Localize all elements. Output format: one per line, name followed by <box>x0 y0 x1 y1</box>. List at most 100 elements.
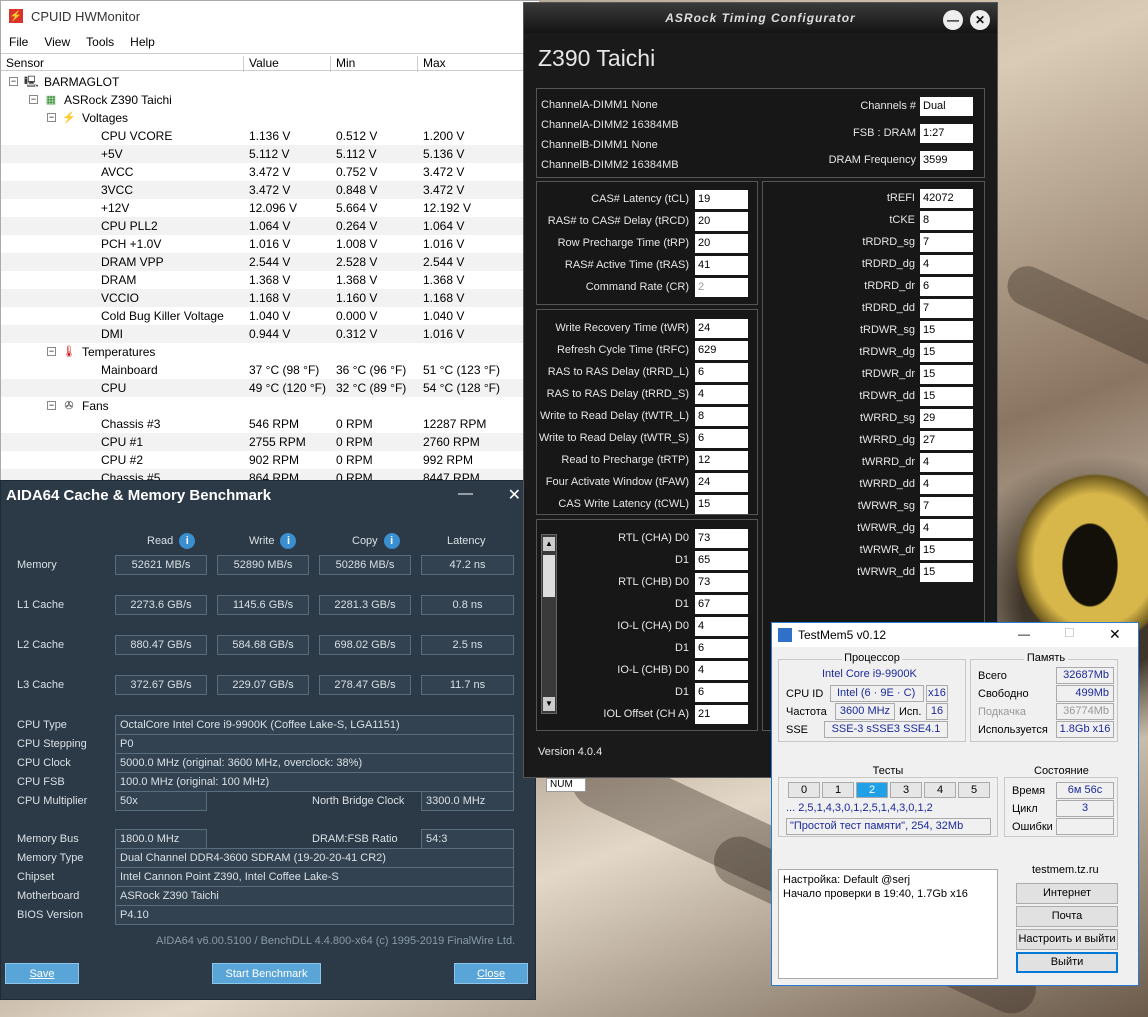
col-min[interactable]: Min <box>330 56 417 72</box>
nb-clock-label: North Bridge Clock <box>312 795 405 807</box>
test-tab[interactable]: 0 <box>788 782 820 798</box>
col-value[interactable]: Value <box>243 56 330 72</box>
timing-value[interactable]: 24 <box>695 473 748 492</box>
tree-node[interactable]: − ⚡ Voltages <box>1 109 531 127</box>
col-sensor[interactable]: Sensor <box>1 56 243 72</box>
timing-value[interactable]: 15 <box>920 365 973 384</box>
mail-button[interactable]: Почта <box>1016 906 1118 927</box>
timing-value[interactable]: 12 <box>695 451 748 470</box>
timing-value[interactable]: 7 <box>920 299 973 318</box>
sensor-row[interactable]: AVCC 3.472 V 0.752 V 3.472 V <box>1 163 531 181</box>
minimize-icon[interactable]: — <box>1018 627 1030 641</box>
timing-value[interactable]: 8 <box>920 211 973 230</box>
sensor-row[interactable]: CPU VCORE 1.136 V 0.512 V 1.200 V <box>1 127 531 145</box>
timing-value[interactable]: 4 <box>695 385 748 404</box>
internet-button[interactable]: Интернет <box>1016 883 1118 904</box>
sensor-row[interactable]: CPU #1 2755 RPM 0 RPM 2760 RPM <box>1 433 531 451</box>
menu-help[interactable]: Help <box>122 35 163 49</box>
timing-value[interactable]: 15 <box>920 343 973 362</box>
timing-value[interactable]: 29 <box>920 409 973 428</box>
timing-value[interactable]: 24 <box>695 319 748 338</box>
timing-value[interactable]: 15 <box>695 495 748 514</box>
sensor-row[interactable]: CPU PLL2 1.064 V 0.264 V 1.064 V <box>1 217 531 235</box>
timing-value[interactable]: 4 <box>695 617 748 636</box>
start-benchmark-button[interactable]: Start Benchmark <box>212 963 321 984</box>
timing-value[interactable]: 73 <box>695 529 748 548</box>
info-icon[interactable]: i <box>179 533 196 549</box>
sensor-row[interactable]: +5V 5.112 V 5.112 V 5.136 V <box>1 145 531 163</box>
sensor-row[interactable]: PCH +1.0V 1.016 V 1.008 V 1.016 V <box>1 235 531 253</box>
expand-icon[interactable]: − <box>29 95 38 104</box>
timing-value[interactable]: 15 <box>920 541 973 560</box>
timing-value[interactable]: 42072 <box>920 189 973 208</box>
timing-value[interactable]: 15 <box>920 321 973 340</box>
timing-value[interactable]: 6 <box>695 363 748 382</box>
timing-value[interactable]: 20 <box>695 234 748 253</box>
sensor-row[interactable]: VCCIO 1.168 V 1.160 V 1.168 V <box>1 289 531 307</box>
timing-value[interactable]: 6 <box>920 277 973 296</box>
sensor-row[interactable]: Chassis #3 546 RPM 0 RPM 12287 RPM <box>1 415 531 433</box>
expand-icon[interactable]: − <box>47 401 56 410</box>
sensor-row[interactable]: +12V 12.096 V 5.664 V 12.192 V <box>1 199 531 217</box>
timing-value[interactable]: 73 <box>695 573 748 592</box>
sensor-row[interactable]: CPU 49 °C (120 °F) 32 °C (89 °F) 54 °C (128… <box>1 379 531 397</box>
expand-icon[interactable]: − <box>47 113 56 122</box>
sensor-row[interactable]: Mainboard 37 °C (98 °F) 36 °C (96 °F) 51 °C… <box>1 361 531 379</box>
menu-tools[interactable]: Tools <box>78 35 122 49</box>
sensor-row[interactable]: DRAM VPP 2.544 V 2.528 V 2.544 V <box>1 253 531 271</box>
timing-value[interactable]: 8 <box>695 407 748 426</box>
sensor-row[interactable]: DRAM 1.368 V 1.368 V 1.368 V <box>1 271 531 289</box>
minimize-icon[interactable]: — <box>458 479 473 509</box>
timing-value[interactable]: 2 <box>695 278 748 297</box>
timing-value[interactable]: 4 <box>695 661 748 680</box>
sensor-row[interactable]: 3VCC 3.472 V 0.848 V 3.472 V <box>1 181 531 199</box>
exit-button[interactable]: Выйти <box>1016 952 1118 973</box>
close-icon[interactable]: ✕ <box>1109 626 1121 643</box>
timing-value[interactable]: 4 <box>920 519 973 538</box>
timing-value[interactable]: 15 <box>920 563 973 582</box>
timing-value[interactable]: 15 <box>920 387 973 406</box>
close-icon[interactable]: ✕ <box>508 481 521 511</box>
sensor-row[interactable]: CPU #2 902 RPM 0 RPM 992 RPM <box>1 451 531 469</box>
col-max[interactable]: Max <box>417 56 537 72</box>
close-icon[interactable]: ✕ <box>970 10 990 30</box>
expand-icon[interactable]: − <box>47 347 56 356</box>
save-button[interactable]: Save <box>5 963 79 984</box>
timing-value[interactable]: 7 <box>920 497 973 516</box>
setup-exit-button[interactable]: Настроить и выйти <box>1016 929 1118 950</box>
info-icon[interactable]: i <box>280 533 297 549</box>
timing-value[interactable]: 6 <box>695 639 748 658</box>
tree-node[interactable]: − ✇ Fans <box>1 397 531 415</box>
timing-value[interactable]: 65 <box>695 551 748 570</box>
test-tab[interactable]: 3 <box>890 782 922 798</box>
timing-value[interactable]: 4 <box>920 475 973 494</box>
timing-value[interactable]: 4 <box>920 255 973 274</box>
timing-value[interactable]: 27 <box>920 431 973 450</box>
timing-value[interactable]: 21 <box>695 705 748 724</box>
timing-value[interactable]: 19 <box>695 190 748 209</box>
timing-value[interactable]: 7 <box>920 233 973 252</box>
tree-node[interactable]: − 🌡 Temperatures <box>1 343 531 361</box>
menu-file[interactable]: File <box>1 35 36 49</box>
test-tab[interactable]: 5 <box>958 782 990 798</box>
menu-view[interactable]: View <box>36 35 78 49</box>
timing-value[interactable]: 20 <box>695 212 748 231</box>
sensor-row[interactable]: Cold Bug Killer Voltage 1.040 V 0.000 V 1.0… <box>1 307 531 325</box>
log-box[interactable]: Настройка: Default @serj Начало проверки… <box>778 869 998 979</box>
tree-node[interactable]: − 🖳 BARMAGLOT <box>1 73 531 91</box>
timing-value[interactable]: 629 <box>695 341 748 360</box>
timing-value[interactable]: 6 <box>695 683 748 702</box>
minimize-icon[interactable]: — <box>943 10 963 30</box>
timing-value[interactable]: 6 <box>695 429 748 448</box>
test-tab[interactable]: 2 <box>856 782 888 798</box>
timing-value[interactable]: 4 <box>920 453 973 472</box>
test-tab[interactable]: 1 <box>822 782 854 798</box>
info-icon[interactable]: i <box>383 533 400 549</box>
timing-value[interactable]: 67 <box>695 595 748 614</box>
expand-icon[interactable]: − <box>9 77 18 86</box>
timing-value[interactable]: 41 <box>695 256 748 275</box>
tree-node[interactable]: − ▦ ASRock Z390 Taichi <box>1 91 531 109</box>
test-tab[interactable]: 4 <box>924 782 956 798</box>
sensor-row[interactable]: DMI 0.944 V 0.312 V 1.016 V <box>1 325 531 343</box>
close-button[interactable]: Close <box>454 963 528 984</box>
